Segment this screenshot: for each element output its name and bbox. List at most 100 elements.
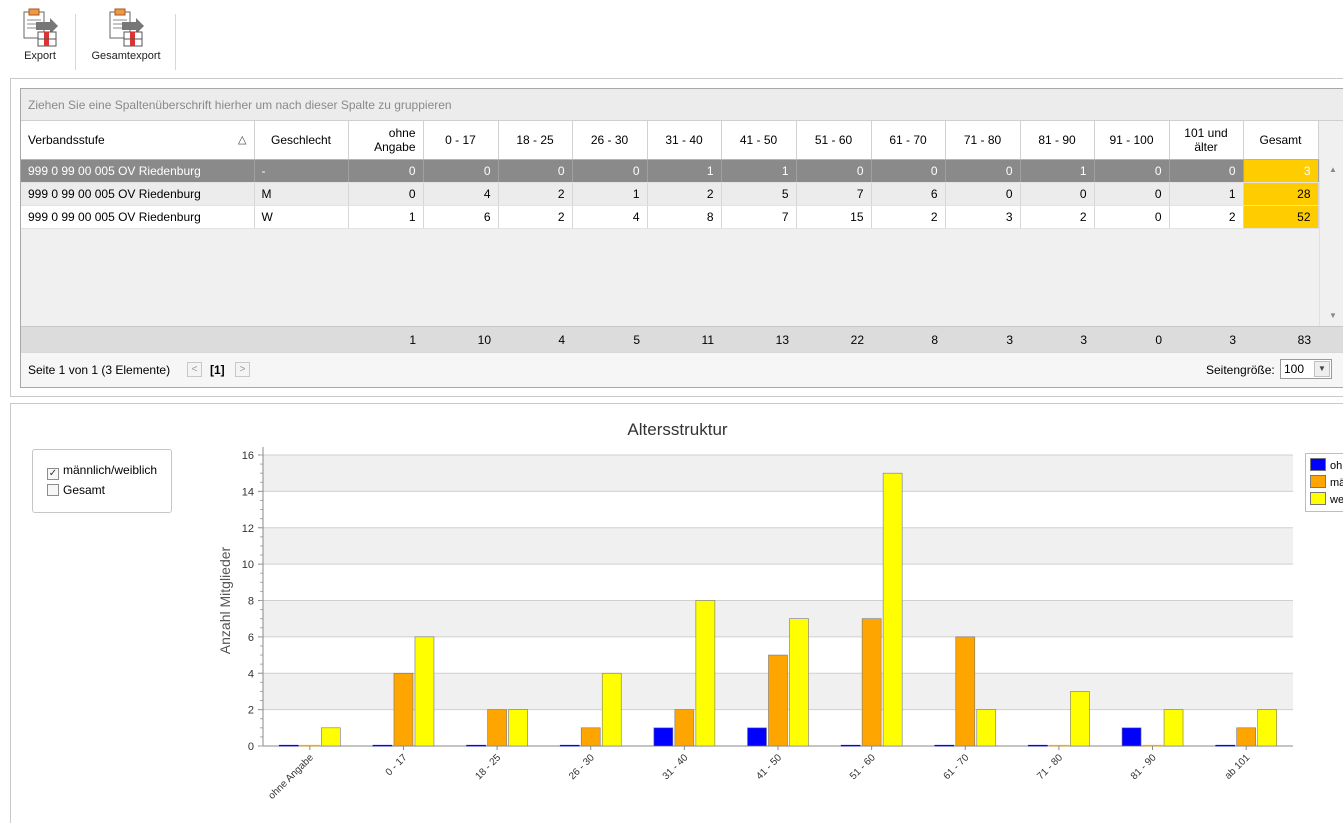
pager-info: Seite 1 von 1 (3 Elemente) [28, 363, 171, 377]
prev-page-button[interactable]: < [187, 362, 202, 377]
cell-value: 2 [498, 205, 573, 229]
bar [861, 618, 882, 747]
x-tick-label: 41 - 50 [754, 752, 784, 782]
toolbar-separator [175, 14, 176, 70]
group-panel[interactable]: Ziehen Sie eine Spaltenüberschrift hierh… [21, 89, 1343, 121]
legend-label: ohne [1330, 460, 1343, 472]
table-row[interactable]: 999 0 99 00 005 OV Riedenburg M 0 4 2 1 … [21, 182, 1319, 206]
column-header-71-80[interactable]: 71 - 80 [945, 121, 1021, 160]
column-header-101-und-aelter[interactable]: 101 und älter [1169, 121, 1244, 160]
bar [840, 744, 861, 747]
cell-geschlecht: W [254, 205, 349, 229]
cell-value: 1 [721, 159, 797, 183]
column-header-26-30[interactable]: 26 - 30 [572, 121, 648, 160]
y-tick-label: 16 [242, 450, 254, 462]
cell-value: 6 [871, 182, 946, 206]
x-tick-label: 81 - 90 [1129, 752, 1159, 782]
bar [1121, 727, 1142, 747]
column-header-41-50[interactable]: 41 - 50 [721, 121, 797, 160]
sort-ascending-icon: △ [238, 133, 247, 146]
cell-value: 3 [945, 205, 1021, 229]
bar [279, 744, 299, 747]
cell-value: 7 [796, 182, 872, 206]
bar [1163, 709, 1184, 747]
column-header-0-17[interactable]: 0 - 17 [423, 121, 499, 160]
column-header-verbandsstufe[interactable]: Verbandsstufe △ [21, 121, 255, 160]
grid-band [263, 491, 1293, 528]
toolbar: Export Gesamtexport [0, 0, 1343, 78]
bar [466, 744, 486, 747]
y-tick-label: 10 [242, 559, 254, 571]
legend-item: ohne [1310, 458, 1343, 472]
x-tick-label: 0 - 17 [384, 752, 410, 778]
column-header-61-70[interactable]: 61 - 70 [871, 121, 946, 160]
column-header-ohne-angabe[interactable]: ohne Angabe [348, 121, 424, 160]
legend-label: we [1330, 494, 1343, 506]
legend-swatch [1310, 458, 1326, 471]
bar [580, 727, 601, 747]
column-header-18-25[interactable]: 18 - 25 [498, 121, 573, 160]
legend-item: we [1310, 492, 1343, 506]
bar [1215, 744, 1235, 747]
grid-band [263, 564, 1293, 601]
bar [768, 654, 788, 747]
bar [1070, 691, 1090, 747]
total-value: 11 [701, 333, 714, 347]
cell-value: 8 [647, 205, 722, 229]
column-header-51-60[interactable]: 51 - 60 [796, 121, 872, 160]
export-icon [23, 8, 58, 47]
cell-verbandsstufe: 999 0 99 00 005 OV Riedenburg [21, 205, 255, 229]
export-all-icon [109, 8, 144, 47]
scroll-down-icon[interactable]: ▼ [1329, 311, 1337, 320]
total-value: 3 [1080, 333, 1087, 347]
total-value: 22 [850, 333, 864, 347]
bar [1257, 709, 1277, 747]
y-tick-label: 2 [248, 705, 254, 717]
grid-table: Verbandsstufe △ Geschlecht ohne Angabe 0… [21, 121, 1319, 229]
bar [372, 744, 393, 747]
grid-totals-row: 1 10 4 5 11 13 22 8 3 3 0 3 83 [21, 326, 1343, 352]
chevron-down-icon[interactable]: ▼ [1314, 361, 1330, 377]
bar [300, 744, 320, 747]
cell-value: 0 [871, 159, 946, 183]
cell-value: 6 [423, 205, 499, 229]
column-header-geschlecht[interactable]: Geschlecht [254, 121, 349, 160]
column-header-31-40[interactable]: 31 - 40 [647, 121, 722, 160]
cell-value: 0 [1094, 159, 1170, 183]
bar [393, 672, 414, 747]
toolbar-separator [75, 14, 76, 70]
gesamtexport-button[interactable]: Gesamtexport [88, 8, 164, 62]
bar [653, 727, 674, 747]
chart-panel: ✓ männlich/weiblich Gesamt Altersstruktur… [10, 403, 1343, 823]
y-axis-label: Anzahl Mitglieder [217, 546, 233, 654]
table-row[interactable]: 999 0 99 00 005 OV Riedenburg W 1 6 2 4 … [21, 205, 1319, 229]
page-size-label: Seitengröße: [1206, 363, 1275, 377]
column-header-gesamt[interactable]: Gesamt [1243, 121, 1319, 160]
scroll-up-icon[interactable]: ▲ [1329, 165, 1337, 174]
cell-value: 1 [1020, 159, 1095, 183]
total-value: 8 [931, 333, 938, 347]
vertical-scrollbar[interactable]: ▲ ▼ [1319, 159, 1343, 326]
cell-value: 0 [348, 182, 424, 206]
data-grid: Ziehen Sie eine Spaltenüberschrift hierh… [20, 88, 1343, 388]
bar [508, 709, 528, 747]
cell-value: 5 [721, 182, 797, 206]
total-value: 3 [1229, 333, 1236, 347]
grid-band [263, 455, 1293, 492]
cell-value: 4 [572, 205, 648, 229]
column-header-81-90[interactable]: 81 - 90 [1020, 121, 1095, 160]
page-size-select[interactable]: 100 ▼ [1280, 359, 1332, 379]
y-tick-label: 8 [248, 596, 254, 608]
bar [1142, 744, 1163, 747]
total-value: 0 [1155, 333, 1162, 347]
cell-value: 0 [945, 182, 1021, 206]
table-row[interactable]: 999 0 99 00 005 OV Riedenburg - 0 0 0 0 … [21, 159, 1319, 183]
bar [1028, 744, 1048, 747]
cell-value: 2 [871, 205, 946, 229]
export-button[interactable]: Export [18, 8, 62, 62]
total-value: 1 [409, 333, 416, 347]
next-page-button[interactable]: > [235, 362, 250, 377]
column-header-91-100[interactable]: 91 - 100 [1094, 121, 1170, 160]
grid-empty-area [21, 230, 1319, 326]
current-page[interactable]: [1] [210, 363, 225, 377]
